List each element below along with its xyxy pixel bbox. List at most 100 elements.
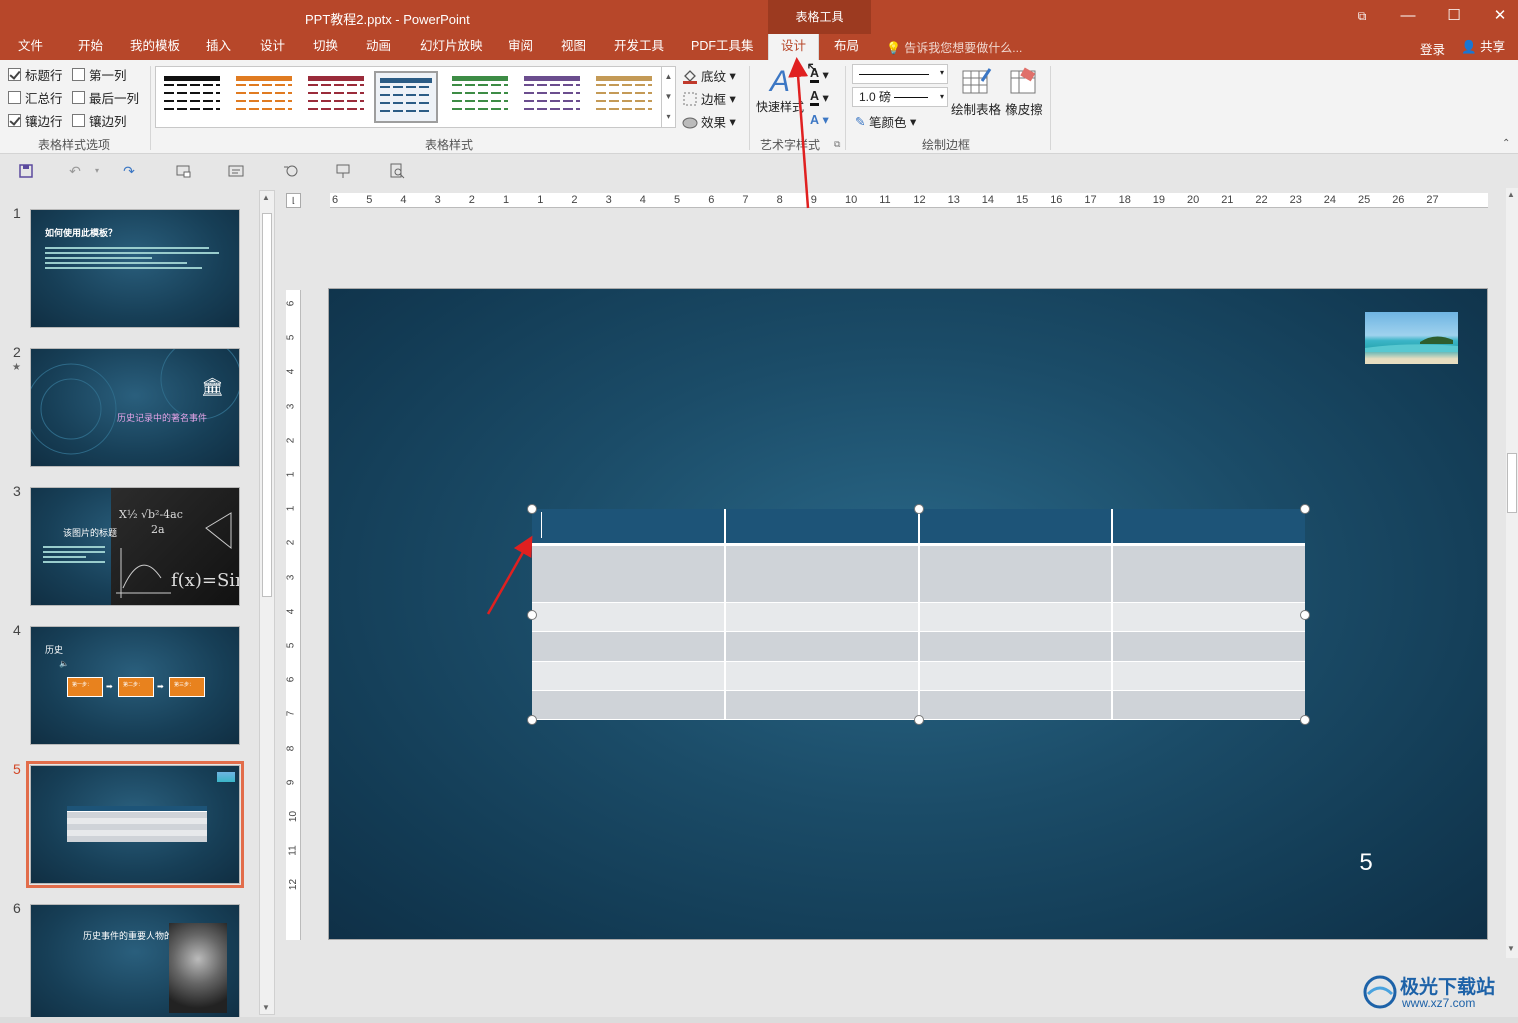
gallery-up-icon[interactable]: ▲ [662,67,675,87]
tab-review[interactable]: 审阅 [506,34,535,60]
slide-thumbnail-2[interactable]: 🏛 历史记录中的著名事件 [30,348,240,467]
resize-handle-bottom-left[interactable] [527,715,537,725]
gallery-more-icon[interactable]: ▾ [662,107,675,127]
print-preview-icon[interactable] [388,163,406,179]
scroll-thumb[interactable] [262,213,272,597]
slide-thumbnail-4[interactable]: 历史 🔈 第一步： ➡ 第二步： ➡ 第三步： [30,626,240,745]
tab-design[interactable]: 设计 [258,34,287,60]
text-effects-button[interactable]: A ▾ [810,112,829,128]
undo-dropdown-icon[interactable]: ▾ [88,163,106,179]
table-cell[interactable] [1111,690,1305,721]
scroll-thumb[interactable] [1507,453,1517,513]
borders-button[interactable]: 边框 ▾ [682,89,736,108]
eraser-button[interactable]: 橡皮擦 [1004,66,1044,118]
table-cell[interactable] [725,602,920,633]
present-icon[interactable] [334,163,352,179]
slide-thumbnail-1[interactable]: 如何使用此模板？ [30,209,240,328]
table-cell[interactable] [725,631,920,662]
pen-color-button[interactable]: ✎ 笔颜色 ▾ [855,112,916,131]
beach-photo[interactable] [1365,312,1458,364]
banded-columns-checkbox[interactable]: 镶边列 [72,112,127,129]
ribbon-display-options-button[interactable]: ⧉ [1352,6,1372,26]
slide-canvas[interactable]: 5 [328,288,1488,940]
gallery-scroll[interactable]: ▲ ▼ ▾ [662,66,676,128]
quick-styles-button[interactable]: A 快速样式 [756,66,804,115]
table-cell[interactable] [918,631,1113,662]
table-cell[interactable] [532,544,727,603]
slide-thumbnail-5[interactable] [26,761,244,888]
timer-icon[interactable] [282,163,300,179]
tab-table-layout[interactable]: 布局 [832,34,861,60]
table-style-option[interactable] [232,71,296,123]
editor-vertical-scrollbar[interactable]: ▲ ▼ [1506,188,1518,958]
tell-me-search[interactable]: 💡 告诉我您想要做什么... [886,39,1022,56]
tab-view[interactable]: 视图 [559,34,588,60]
table-cell[interactable] [918,602,1113,633]
table-cell[interactable] [725,661,920,691]
table-cell[interactable] [532,661,727,691]
close-button[interactable]: ✕ [1490,6,1510,26]
resize-handle-top-left[interactable] [527,504,537,514]
slide-table[interactable] [532,509,1305,721]
resize-handle-top-right[interactable] [1300,504,1310,514]
table-header-cell[interactable] [1111,509,1305,546]
tab-file[interactable]: 文件 [16,34,45,60]
save-icon[interactable] [17,163,35,179]
table-cell[interactable] [532,602,727,633]
pen-weight-dropdown[interactable]: 1.0 磅 ▾ [852,87,948,107]
banded-rows-checkbox[interactable]: 镶边行 [8,112,63,129]
redo-icon[interactable]: ↷ [120,163,138,179]
table-style-option[interactable] [448,71,512,123]
text-outline-button[interactable]: A ▾ [810,89,829,106]
resize-handle-top[interactable] [914,504,924,514]
resize-handle-left[interactable] [527,610,537,620]
resize-handle-right[interactable] [1300,610,1310,620]
share-button[interactable]: 👤 共享 [1456,36,1516,58]
shading-button[interactable]: 底纹 ▾ [682,66,736,85]
table-cell[interactable] [1111,631,1305,662]
maximize-button[interactable]: ☐ [1444,6,1464,26]
scroll-up-icon[interactable]: ▲ [1507,190,1515,199]
first-column-checkbox[interactable]: 第一列 [72,66,127,83]
effects-button[interactable]: 效果 ▾ [682,112,736,131]
tab-pdf-tools[interactable]: PDF工具集 [689,34,756,60]
tab-table-design[interactable]: 设计 [768,34,820,60]
tab-developer[interactable]: 开发工具 [612,34,666,60]
table-style-option-selected[interactable] [374,71,438,123]
table-style-option[interactable] [592,71,656,123]
table-cell[interactable] [1111,544,1305,603]
undo-icon[interactable]: ↶ [66,163,84,179]
collapse-ribbon-icon[interactable]: ⌃ [1502,138,1510,149]
tab-slideshow[interactable]: 幻灯片放映 [418,34,485,60]
textbox-icon[interactable] [227,163,245,179]
table-header-cell[interactable] [532,509,727,546]
gallery-down-icon[interactable]: ▼ [662,87,675,107]
scroll-down-icon[interactable]: ▼ [1507,944,1515,953]
minimize-button[interactable]: — [1398,6,1418,26]
table-style-option[interactable] [520,71,584,123]
table-cell[interactable] [918,661,1113,691]
thumbnail-scrollbar[interactable]: ▲ ▼ [259,190,275,1015]
tab-animations[interactable]: 动画 [364,34,393,60]
horizontal-ruler[interactable]: 6 5 4 3 2 1 1 2 3 4 5 6 7 8 9 10 11 12 13 14 15 16 17 18 19 20 21 2… [330,193,1488,208]
vertical-ruler[interactable]: 6 5 4 3 2 1 1 2 3 4 5 6 7 8 9 10 11 12 [286,290,301,940]
table-header-cell[interactable] [918,509,1113,546]
resize-handle-bottom[interactable] [914,715,924,725]
table-cell[interactable] [918,690,1113,721]
draw-table-button[interactable]: 绘制表格 [950,66,1002,118]
slide-thumbnail-6[interactable]: 历史事件的重要人物的姓名 [30,904,240,1023]
tab-transitions[interactable]: 切换 [311,34,340,60]
sign-in-link[interactable]: 登录 [1420,39,1445,58]
table-cell[interactable] [918,544,1113,603]
header-row-checkbox[interactable]: 标题行 [8,66,63,83]
table-style-option[interactable] [304,71,368,123]
table-cell[interactable] [725,690,920,721]
tab-insert[interactable]: 插入 [204,34,233,60]
table-cell[interactable] [1111,661,1305,691]
tab-home[interactable]: 开始 [76,34,105,60]
resize-handle-bottom-right[interactable] [1300,715,1310,725]
table-cell[interactable] [725,544,920,603]
table-header-cell[interactable] [725,509,920,546]
table-cell[interactable] [532,690,727,721]
scroll-up-icon[interactable]: ▲ [262,193,270,202]
